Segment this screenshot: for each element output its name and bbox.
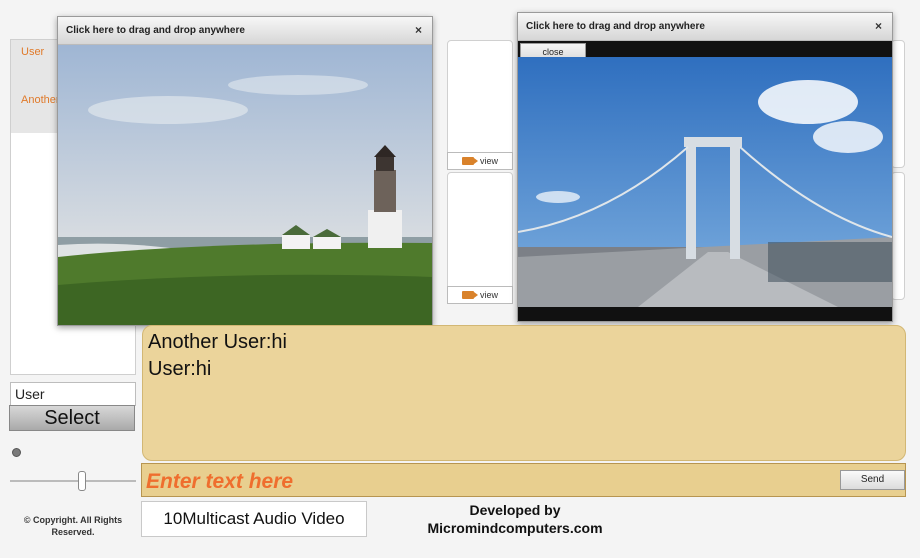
user-slot — [447, 40, 513, 168]
view-button[interactable]: view — [447, 286, 513, 304]
close-icon[interactable]: × — [875, 19, 882, 33]
user-list-item[interactable]: User — [21, 46, 44, 58]
developer-line-2: Micromindcomputers.com — [427, 520, 603, 536]
chat-log: Another User:hi User:hi — [142, 325, 906, 461]
camera-icon — [461, 157, 478, 165]
send-button[interactable]: Send — [840, 470, 905, 490]
user-slot — [891, 40, 905, 168]
username-input[interactable]: User — [10, 382, 136, 406]
mic-icon — [12, 448, 21, 457]
developer-line-1: Developed by — [469, 502, 561, 518]
copyright-text: © Copyright. All Rights Reserved. — [23, 515, 123, 537]
video-feed-lighthouse — [58, 45, 432, 325]
volume-slider-track[interactable] — [10, 480, 136, 482]
view-button[interactable]: view — [447, 152, 513, 170]
select-button[interactable]: Select — [9, 405, 135, 431]
video-window-right[interactable]: Click here to drag and drop anywhere × c… — [517, 12, 893, 322]
app-name-button[interactable]: 10Multicast Audio Video — [141, 501, 367, 537]
user-slot — [891, 172, 905, 300]
window-title: Click here to drag and drop anywhere — [526, 21, 705, 32]
video-letterbox-bottom — [518, 307, 892, 321]
developer-credit: Developed by Micromindcomputers.com — [400, 501, 630, 537]
close-icon[interactable]: × — [415, 23, 422, 37]
view-label: view — [479, 290, 498, 300]
window-drag-bar[interactable]: Click here to drag and drop anywhere × — [58, 17, 432, 45]
user-slot — [447, 172, 513, 300]
camera-icon — [461, 291, 478, 299]
chat-message: Another User:hi — [148, 331, 287, 353]
volume-slider-thumb[interactable] — [78, 471, 86, 491]
video-window-left[interactable]: Click here to drag and drop anywhere × d… — [57, 16, 433, 326]
video-feed-bridge — [518, 57, 892, 307]
view-label: view — [479, 156, 498, 166]
window-drag-bar[interactable]: Click here to drag and drop anywhere × — [518, 13, 892, 41]
chat-message: User:hi — [148, 358, 212, 380]
chat-input[interactable]: Enter text here — [146, 470, 293, 494]
window-title: Click here to drag and drop anywhere — [66, 25, 245, 36]
